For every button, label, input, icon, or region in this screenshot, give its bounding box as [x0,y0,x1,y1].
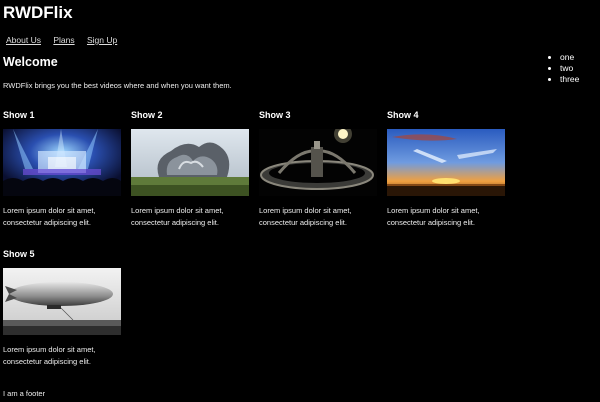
show-card: Show 2 Lorem ipsum dolor sit amet, consec… [131,109,251,227]
show-title: Show 4 [387,110,419,120]
side-list-item: two [560,63,579,74]
welcome-heading: Welcome [3,55,58,69]
show-description: Lorem ipsum dolor sit amet, consectetur a… [387,206,480,227]
space-station-ring-image[interactable] [259,129,377,196]
show-title: Show 5 [3,249,35,259]
show-description: Lorem ipsum dolor sit amet, consectetur a… [259,206,352,227]
show-description: Lorem ipsum dolor sit amet, consectetur a… [3,206,96,227]
show-card: Show 1 Lorem ipsum dolor sit amet, conse… [3,109,123,227]
footer-text: I am a footer [3,389,46,398]
sunset-sky-image[interactable] [387,129,505,196]
nav-link-about-us[interactable]: About Us [6,35,41,45]
show-title: Show 3 [259,110,291,120]
main-nav: About Us Plans Sign Up [6,35,127,45]
side-list-item: one [560,52,579,63]
page: RWDFlix About Us Plans Sign Up one two t… [0,0,600,402]
show-title: Show 2 [131,110,163,120]
airship-photo-image[interactable] [3,268,121,335]
show-description: Lorem ipsum dolor sit amet, consectetur a… [131,206,224,227]
show-card: Show 5 Lorem ipsum dolor sit amet, conse… [3,248,123,366]
site-title: RWDFlix [3,3,73,22]
side-list-item: three [560,74,579,85]
show-title: Show 1 [3,110,35,120]
metal-sculpture-image[interactable] [131,129,249,196]
show-card: Show 4 Lorem ipsum dolor sit amet, conse… [387,109,507,227]
nav-link-sign-up[interactable]: Sign Up [87,35,117,45]
side-list: one two three [551,52,579,85]
show-description: Lorem ipsum dolor sit amet, consectetur a… [3,345,96,366]
intro-text: RWDFlix brings you the best videos where… [3,81,232,90]
concert-stage-image[interactable] [3,129,121,196]
nav-link-plans[interactable]: Plans [53,35,74,45]
show-card: Show 3 Lorem ipsum dolor sit amet, consec… [259,109,379,227]
